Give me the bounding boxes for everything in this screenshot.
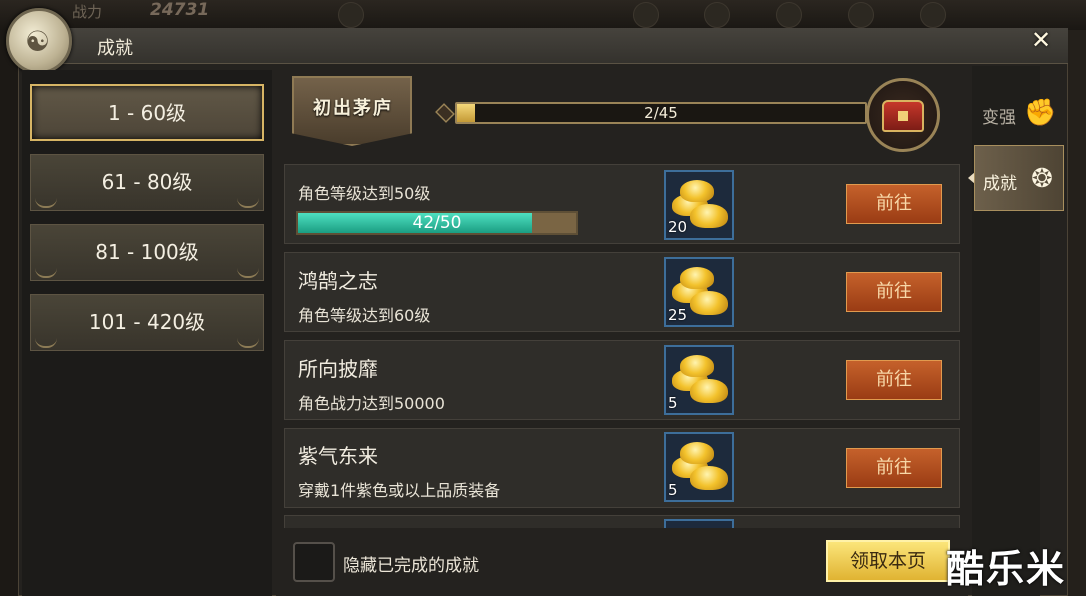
level-tab-label: 101 - 420级 xyxy=(88,310,206,334)
go-button[interactable]: 前往 xyxy=(846,448,942,488)
level-tab-1-60[interactable]: 1 - 60级 xyxy=(30,84,264,141)
reward-count: 25 xyxy=(668,306,688,324)
close-icon: ✕ xyxy=(1030,26,1052,54)
ornament-icon xyxy=(35,198,57,208)
background-gift-icon xyxy=(704,2,730,28)
side-tab-achievement[interactable]: 成就 ❂ xyxy=(974,145,1064,211)
ornament-icon xyxy=(237,268,259,278)
gold-ingot-icon xyxy=(690,466,728,490)
level-tab-81-100[interactable]: 81 - 100级 xyxy=(30,224,264,281)
ornament-icon xyxy=(237,338,259,348)
go-button[interactable]: 前往 xyxy=(846,360,942,400)
achievement-name: 紫气东来 xyxy=(298,444,378,468)
gold-ingot-icon xyxy=(680,442,714,464)
hide-completed-label: 隐藏已完成的成就 xyxy=(343,556,479,576)
achievement-desc: 角色战力达到50000 xyxy=(298,394,445,413)
achievement-progress-text: 2/45 xyxy=(644,104,678,122)
reward-count: 20 xyxy=(668,218,688,236)
reward-count: 5 xyxy=(668,481,678,499)
gold-ingot-icon xyxy=(690,204,728,228)
rabbit-emblem-icon: ☯ xyxy=(6,8,72,74)
achievement-row-partial xyxy=(284,515,960,529)
ornament-icon xyxy=(35,338,57,348)
level-tab-label: 61 - 80级 xyxy=(101,170,193,194)
claim-page-button[interactable]: 领取本页 xyxy=(826,540,950,582)
achievement-desc: 角色等级达到60级 xyxy=(298,306,431,325)
go-button[interactable]: 前往 xyxy=(846,184,942,224)
ornament-icon xyxy=(237,198,259,208)
gold-ingot-icon xyxy=(690,379,728,403)
achievement-row-progress-text: 42/50 xyxy=(412,213,462,233)
achievement-name: 鸿鹄之志 xyxy=(298,269,378,293)
hide-completed-checkbox[interactable] xyxy=(293,542,335,582)
close-button[interactable]: ✕ xyxy=(1028,28,1054,52)
gold-ingot-icon xyxy=(680,355,714,377)
fist-icon: ✊ xyxy=(1024,98,1057,128)
background-fist-icon xyxy=(338,2,364,28)
reward-count: 5 xyxy=(668,394,678,412)
gold-ingot-icon xyxy=(680,180,714,202)
background-diamond-icon xyxy=(920,2,946,28)
ornament-icon xyxy=(35,268,57,278)
level-tab-label: 1 - 60级 xyxy=(107,101,187,125)
achievement-desc: 穿戴1件紫色或以上品质装备 xyxy=(298,481,501,500)
background-left-edge xyxy=(0,30,20,596)
level-tab-label: 81 - 100级 xyxy=(95,240,199,264)
level-tab-61-80[interactable]: 61 - 80级 xyxy=(30,154,264,211)
background-flower-icon xyxy=(776,2,802,28)
mask-icon: ❂ xyxy=(1031,164,1053,194)
side-tab-label: 成就 xyxy=(983,174,1017,194)
background-temple-icon xyxy=(848,2,874,28)
go-button[interactable]: 前往 xyxy=(846,272,942,312)
gold-ingot-icon xyxy=(690,291,728,315)
side-tab-label: 变强 xyxy=(982,108,1016,128)
gold-ingot-icon xyxy=(680,267,714,289)
achievement-desc: 角色等级达到50级 xyxy=(298,184,431,203)
level-tab-101-420[interactable]: 101 - 420级 xyxy=(30,294,264,351)
achievement-name: 所向披靡 xyxy=(298,357,378,381)
watermark: 酷乐米 xyxy=(946,547,1067,591)
window-title: 成就 xyxy=(97,38,133,59)
background-power-value: 24731 xyxy=(150,0,210,20)
background-power-label: 战力 xyxy=(72,3,103,21)
stage-banner-title: 初出茅庐 xyxy=(313,98,393,119)
background-scale-icon xyxy=(633,2,659,28)
side-tab-strengthen[interactable]: 变强 ✊ xyxy=(974,80,1056,146)
chest-lock-icon xyxy=(898,111,908,121)
title-bar xyxy=(18,28,1068,64)
